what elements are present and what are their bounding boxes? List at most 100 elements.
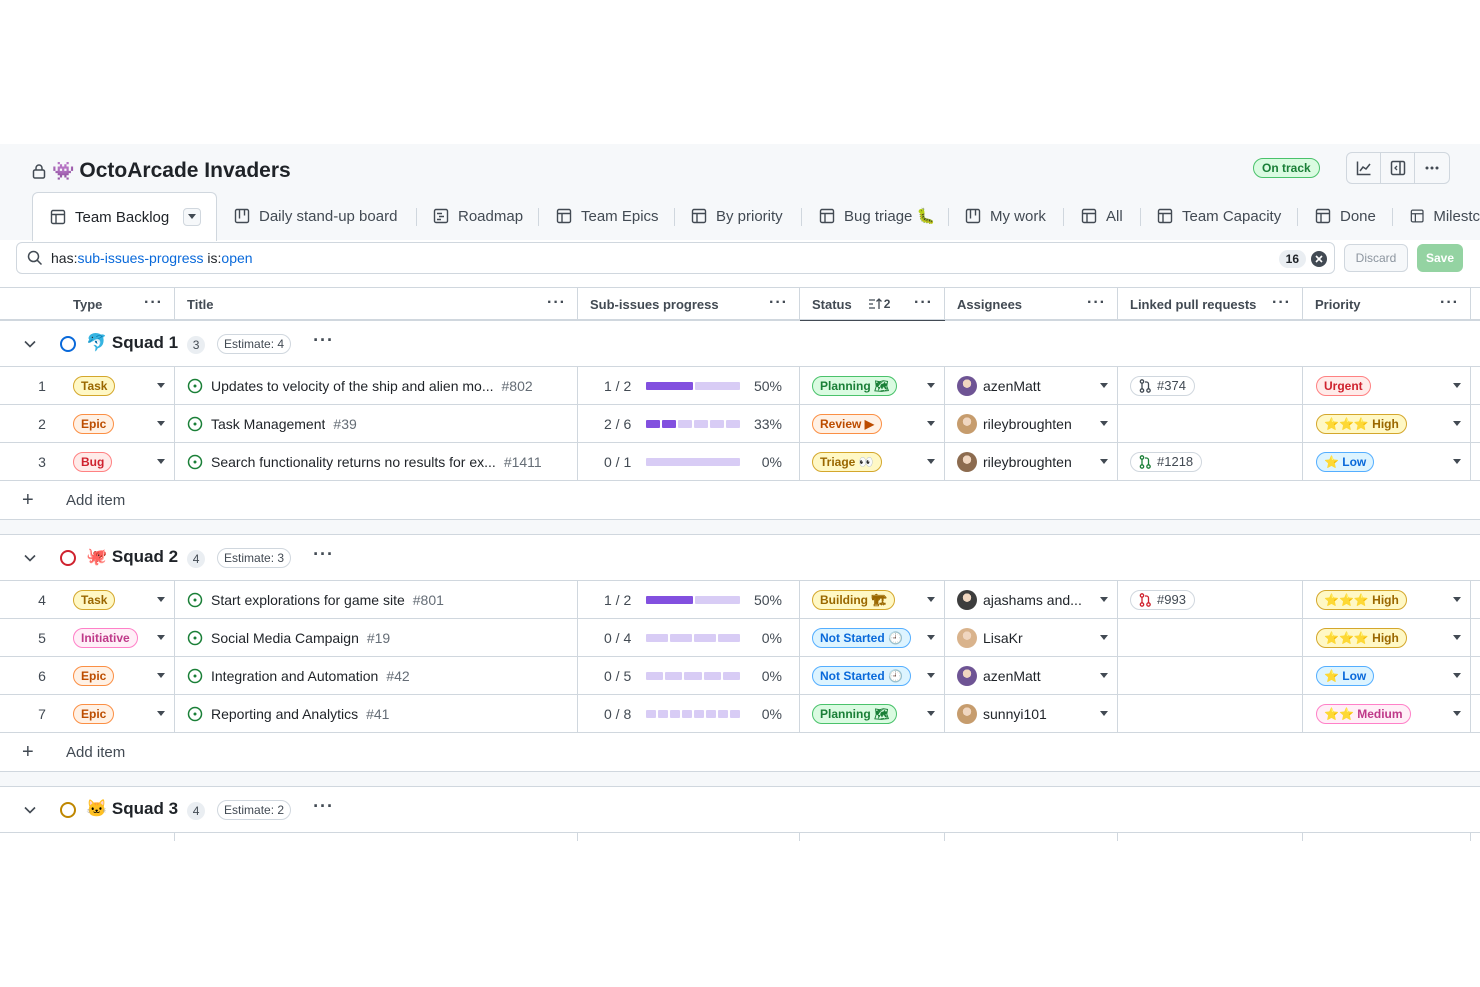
issue-title[interactable]: Search functionality returns no results … (211, 454, 496, 470)
column-divider[interactable] (944, 288, 945, 320)
side-panel-button[interactable] (1381, 153, 1415, 183)
kebab-icon[interactable]: ··· (1087, 294, 1106, 312)
more-options-button[interactable] (1415, 153, 1449, 183)
kebab-icon[interactable]: ··· (1272, 294, 1291, 312)
type-dropdown-caret[interactable] (157, 597, 165, 602)
group-header[interactable]: 🐙 Squad 2 4 Estimate: 3 ··· (0, 535, 1480, 581)
priority-cell[interactable]: ⭐⭐ Medium (1316, 695, 1436, 732)
type-dropdown-caret[interactable] (157, 383, 165, 388)
issue-title[interactable]: Integration and Automation (211, 668, 378, 684)
assignee-dropdown-caret[interactable] (1100, 597, 1108, 602)
status-cell[interactable]: Triage 👀 (812, 443, 922, 480)
issue-title[interactable]: Start explorations for game site (211, 592, 405, 608)
priority-dropdown-caret[interactable] (1453, 597, 1461, 602)
status-dropdown-caret[interactable] (927, 635, 935, 640)
priority-cell[interactable]: Urgent (1316, 367, 1436, 404)
linked-pr-badge[interactable]: #1218 (1130, 451, 1203, 472)
linked-pr-cell[interactable] (1130, 405, 1290, 442)
status-dropdown-caret[interactable] (927, 673, 935, 678)
chevron-down-icon[interactable] (23, 337, 37, 351)
status-cell[interactable]: Building 🏗 (812, 581, 922, 618)
linked-pr-cell[interactable] (1130, 657, 1290, 694)
linked-pr-badge[interactable]: #374 (1130, 375, 1195, 396)
priority-cell[interactable]: ⭐ Low (1316, 657, 1436, 694)
kebab-icon[interactable]: ··· (313, 544, 334, 565)
title-cell[interactable]: Integration and Automation #42 (187, 657, 567, 694)
priority-dropdown-caret[interactable] (1453, 635, 1461, 640)
table-row[interactable]: 2 Epic Task Management #39 2 / 6 33% Review ▶ r… (0, 405, 1480, 443)
kebab-icon[interactable]: ··· (313, 330, 334, 351)
status-cell[interactable]: Review ▶ (812, 405, 922, 442)
filter-input[interactable]: has:sub-issues-progress is:open 16 (16, 242, 1335, 274)
tab-all[interactable]: All (1081, 192, 1123, 240)
issue-title[interactable]: Task Management (211, 416, 325, 432)
add-item-label[interactable]: Add item (66, 492, 125, 509)
linked-pr-cell[interactable] (1130, 695, 1290, 732)
tab-milestones[interactable]: Milestc (1410, 192, 1480, 240)
status-dropdown-caret[interactable] (927, 711, 935, 716)
status-cell[interactable]: Planning 🗺 (812, 695, 922, 732)
discard-button[interactable]: Discard (1344, 244, 1408, 272)
type-dropdown-caret[interactable] (157, 673, 165, 678)
assignee-dropdown-caret[interactable] (1100, 383, 1108, 388)
column-header-progress[interactable]: Sub-issues progress ··· (578, 288, 800, 320)
column-divider[interactable] (1470, 288, 1471, 320)
assignee-cell[interactable]: azenMatt (957, 657, 1097, 694)
assignee-cell[interactable]: sunnyi101 (957, 695, 1097, 732)
chevron-down-icon[interactable] (23, 803, 37, 817)
table-row[interactable]: 4 Task Start explorations for game site #80… (0, 581, 1480, 619)
x-circle-icon[interactable] (1310, 250, 1328, 268)
insights-button[interactable] (1347, 153, 1381, 183)
priority-cell[interactable]: ⭐ Low (1316, 443, 1436, 480)
column-header-status[interactable]: Status 2 ··· (800, 288, 945, 322)
add-item-row[interactable]: + Add item (0, 481, 1480, 519)
tab-team-epics[interactable]: Team Epics (556, 192, 659, 240)
assignee-dropdown-caret[interactable] (1100, 711, 1108, 716)
chevron-down-icon[interactable] (23, 551, 37, 565)
assignee-cell[interactable]: rileybroughten (957, 405, 1097, 442)
column-divider[interactable] (1302, 288, 1303, 320)
type-dropdown-caret[interactable] (157, 459, 165, 464)
type-dropdown-caret[interactable] (157, 421, 165, 426)
linked-pr-cell[interactable]: #374 (1130, 367, 1290, 404)
column-divider[interactable] (1117, 288, 1118, 320)
type-dropdown-caret[interactable] (157, 711, 165, 716)
kebab-icon[interactable]: ··· (914, 294, 933, 312)
title-cell[interactable]: Task Management #39 (187, 405, 567, 442)
priority-dropdown-caret[interactable] (1453, 383, 1461, 388)
column-header-priority[interactable]: Priority ··· (1303, 288, 1471, 320)
priority-dropdown-caret[interactable] (1453, 421, 1461, 426)
assignee-cell[interactable]: LisaKr (957, 619, 1097, 656)
table-row[interactable]: 3 Bug Search functionality returns no resu… (0, 443, 1480, 481)
add-item-label[interactable]: Add item (66, 744, 125, 761)
assignee-dropdown-caret[interactable] (1100, 673, 1108, 678)
issue-title[interactable]: Reporting and Analytics (211, 706, 358, 722)
issue-title[interactable]: Updates to velocity of the ship and alie… (211, 378, 494, 394)
table-row[interactable]: 5 Initiative Social Media Campaign #19 0 / 4… (0, 619, 1480, 657)
column-divider[interactable] (174, 288, 175, 320)
project-status-badge[interactable]: On track (1253, 158, 1320, 178)
tab-my-work[interactable]: My work (965, 192, 1046, 240)
linked-pr-badge[interactable]: #993 (1130, 589, 1195, 610)
kebab-icon[interactable]: ··· (313, 796, 334, 817)
status-dropdown-caret[interactable] (927, 421, 935, 426)
column-header-linked-prs[interactable]: Linked pull requests ··· (1118, 288, 1303, 320)
status-dropdown-caret[interactable] (927, 383, 935, 388)
kebab-icon[interactable]: ··· (1440, 294, 1459, 312)
table-row[interactable]: 6 Epic Integration and Automation #42 0 / 50… (0, 657, 1480, 695)
group-header[interactable]: 🐬 Squad 1 3 Estimate: 4 ··· (0, 321, 1480, 367)
title-cell[interactable]: Reporting and Analytics #41 (187, 695, 567, 732)
type-dropdown-caret[interactable] (157, 635, 165, 640)
priority-cell[interactable]: ⭐⭐⭐ High (1316, 581, 1436, 618)
tab-team-capacity[interactable]: Team Capacity (1157, 192, 1281, 240)
status-cell[interactable]: Planning 🗺 (812, 367, 922, 404)
column-header-title[interactable]: Title ··· (175, 288, 578, 320)
tab-daily-standup-board[interactable]: Daily stand-up board (234, 192, 397, 240)
assignee-dropdown-caret[interactable] (1100, 459, 1108, 464)
table-row[interactable]: 1 Task Updates to velocity of the ship and… (0, 367, 1480, 405)
priority-dropdown-caret[interactable] (1453, 459, 1461, 464)
assignee-cell[interactable]: rileybroughten (957, 443, 1097, 480)
save-button[interactable]: Save (1417, 244, 1463, 272)
assignee-dropdown-caret[interactable] (1100, 635, 1108, 640)
linked-pr-cell[interactable]: #993 (1130, 581, 1290, 618)
